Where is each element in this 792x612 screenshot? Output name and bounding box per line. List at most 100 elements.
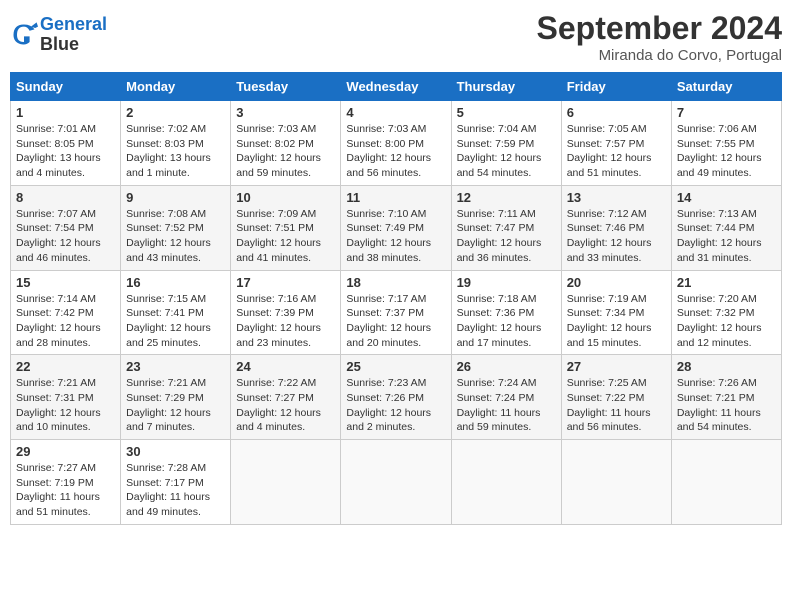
day-number: 23 bbox=[126, 359, 225, 374]
calendar-cell: 12Sunrise: 7:11 AMSunset: 7:47 PMDayligh… bbox=[451, 185, 561, 270]
calendar-cell: 28Sunrise: 7:26 AMSunset: 7:21 PMDayligh… bbox=[671, 355, 781, 440]
calendar-cell bbox=[561, 440, 671, 525]
logo: General Blue bbox=[10, 10, 107, 55]
day-number: 17 bbox=[236, 275, 335, 290]
day-detail: Sunrise: 7:17 AMSunset: 7:37 PMDaylight:… bbox=[346, 292, 445, 351]
calendar-table: SundayMondayTuesdayWednesdayThursdayFrid… bbox=[10, 72, 782, 525]
calendar-cell: 17 Sunrise: 7:16 AMSunset: 7:39 PMDayligh… bbox=[231, 270, 341, 355]
day-detail: Sunrise: 7:13 AMSunset: 7:44 PMDaylight:… bbox=[677, 207, 776, 266]
day-number: 24 bbox=[236, 359, 335, 374]
calendar-cell: 8 Sunrise: 7:07 AMSunset: 7:54 PMDaylight… bbox=[11, 185, 121, 270]
day-detail: Sunrise: 7:03 AMSunset: 8:02 PMDaylight:… bbox=[236, 122, 335, 181]
calendar-cell bbox=[451, 440, 561, 525]
day-number: 13 bbox=[567, 190, 666, 205]
day-number: 26 bbox=[457, 359, 556, 374]
calendar-cell: 26 Sunrise: 7:24 AMSunset: 7:24 PMDayligh… bbox=[451, 355, 561, 440]
day-number: 6 bbox=[567, 105, 666, 120]
calendar-cell: 24 Sunrise: 7:22 AMSunset: 7:27 PMDayligh… bbox=[231, 355, 341, 440]
calendar-week-row: 29 Sunrise: 7:27 AMSunset: 7:19 PMDayligh… bbox=[11, 440, 782, 525]
calendar-cell: 2Sunrise: 7:02 AMSunset: 8:03 PMDaylight… bbox=[121, 101, 231, 186]
calendar-cell: 21Sunrise: 7:20 AMSunset: 7:32 PMDayligh… bbox=[671, 270, 781, 355]
calendar-cell bbox=[231, 440, 341, 525]
day-detail: Sunrise: 7:16 AMSunset: 7:39 PMDaylight:… bbox=[236, 292, 335, 351]
calendar-week-row: 15 Sunrise: 7:14 AMSunset: 7:42 PMDayligh… bbox=[11, 270, 782, 355]
day-detail: Sunrise: 7:22 AMSunset: 7:27 PMDaylight:… bbox=[236, 376, 335, 435]
logo-line2: Blue bbox=[40, 35, 107, 55]
weekday-header-row: SundayMondayTuesdayWednesdayThursdayFrid… bbox=[11, 73, 782, 101]
day-detail: Sunrise: 7:02 AMSunset: 8:03 PMDaylight:… bbox=[126, 122, 225, 181]
calendar-cell: 15 Sunrise: 7:14 AMSunset: 7:42 PMDayligh… bbox=[11, 270, 121, 355]
day-number: 25 bbox=[346, 359, 445, 374]
calendar-week-row: 22Sunrise: 7:21 AMSunset: 7:31 PMDayligh… bbox=[11, 355, 782, 440]
day-detail: Sunrise: 7:05 AMSunset: 7:57 PMDaylight:… bbox=[567, 122, 666, 181]
day-detail: Sunrise: 7:27 AMSunset: 7:19 PMDaylight:… bbox=[16, 461, 115, 520]
location-title: Miranda do Corvo, Portugal bbox=[537, 47, 782, 64]
day-detail: Sunrise: 7:23 AMSunset: 7:26 PMDaylight:… bbox=[346, 376, 445, 435]
logo-text: General Blue bbox=[40, 15, 107, 55]
weekday-header-tuesday: Tuesday bbox=[231, 73, 341, 101]
day-detail: Sunrise: 7:08 AMSunset: 7:52 PMDaylight:… bbox=[126, 207, 225, 266]
calendar-cell: 30Sunrise: 7:28 AMSunset: 7:17 PMDayligh… bbox=[121, 440, 231, 525]
calendar-cell: 22Sunrise: 7:21 AMSunset: 7:31 PMDayligh… bbox=[11, 355, 121, 440]
day-detail: Sunrise: 7:19 AMSunset: 7:34 PMDaylight:… bbox=[567, 292, 666, 351]
day-number: 27 bbox=[567, 359, 666, 374]
day-number: 16 bbox=[126, 275, 225, 290]
calendar-cell: 13 Sunrise: 7:12 AMSunset: 7:46 PMDayligh… bbox=[561, 185, 671, 270]
weekday-header-monday: Monday bbox=[121, 73, 231, 101]
day-detail: Sunrise: 7:12 AMSunset: 7:46 PMDaylight:… bbox=[567, 207, 666, 266]
calendar-cell: 14 Sunrise: 7:13 AMSunset: 7:44 PMDayligh… bbox=[671, 185, 781, 270]
calendar-cell: 3 Sunrise: 7:03 AMSunset: 8:02 PMDaylight… bbox=[231, 101, 341, 186]
calendar-cell: 9 Sunrise: 7:08 AMSunset: 7:52 PMDaylight… bbox=[121, 185, 231, 270]
day-number: 10 bbox=[236, 190, 335, 205]
day-detail: Sunrise: 7:24 AMSunset: 7:24 PMDaylight:… bbox=[457, 376, 556, 435]
day-detail: Sunrise: 7:06 AMSunset: 7:55 PMDaylight:… bbox=[677, 122, 776, 181]
day-number: 5 bbox=[457, 105, 556, 120]
calendar-cell: 16 Sunrise: 7:15 AMSunset: 7:41 PMDayligh… bbox=[121, 270, 231, 355]
calendar-cell: 23 Sunrise: 7:21 AMSunset: 7:29 PMDayligh… bbox=[121, 355, 231, 440]
day-number: 12 bbox=[457, 190, 556, 205]
day-detail: Sunrise: 7:01 AMSunset: 8:05 PMDaylight:… bbox=[16, 122, 115, 181]
day-number: 1 bbox=[16, 105, 115, 120]
calendar-cell: 1 Sunrise: 7:01 AMSunset: 8:05 PMDaylight… bbox=[11, 101, 121, 186]
calendar-cell: 10 Sunrise: 7:09 AMSunset: 7:51 PMDayligh… bbox=[231, 185, 341, 270]
weekday-header-thursday: Thursday bbox=[451, 73, 561, 101]
calendar-cell: 4Sunrise: 7:03 AMSunset: 8:00 PMDaylight… bbox=[341, 101, 451, 186]
calendar-cell bbox=[341, 440, 451, 525]
weekday-header-sunday: Sunday bbox=[11, 73, 121, 101]
day-number: 18 bbox=[346, 275, 445, 290]
calendar-cell: 20 Sunrise: 7:19 AMSunset: 7:34 PMDayligh… bbox=[561, 270, 671, 355]
calendar-cell: 19Sunrise: 7:18 AMSunset: 7:36 PMDayligh… bbox=[451, 270, 561, 355]
calendar-cell bbox=[671, 440, 781, 525]
day-detail: Sunrise: 7:07 AMSunset: 7:54 PMDaylight:… bbox=[16, 207, 115, 266]
day-number: 21 bbox=[677, 275, 776, 290]
calendar-week-row: 1 Sunrise: 7:01 AMSunset: 8:05 PMDaylight… bbox=[11, 101, 782, 186]
day-detail: Sunrise: 7:14 AMSunset: 7:42 PMDaylight:… bbox=[16, 292, 115, 351]
calendar-cell: 29 Sunrise: 7:27 AMSunset: 7:19 PMDayligh… bbox=[11, 440, 121, 525]
day-detail: Sunrise: 7:09 AMSunset: 7:51 PMDaylight:… bbox=[236, 207, 335, 266]
calendar-cell: 7Sunrise: 7:06 AMSunset: 7:55 PMDaylight… bbox=[671, 101, 781, 186]
calendar-cell: 27 Sunrise: 7:25 AMSunset: 7:22 PMDayligh… bbox=[561, 355, 671, 440]
day-number: 8 bbox=[16, 190, 115, 205]
day-detail: Sunrise: 7:25 AMSunset: 7:22 PMDaylight:… bbox=[567, 376, 666, 435]
day-number: 14 bbox=[677, 190, 776, 205]
month-title: September 2024 bbox=[537, 10, 782, 47]
title-area: September 2024 Miranda do Corvo, Portuga… bbox=[537, 10, 782, 64]
calendar-cell: 18 Sunrise: 7:17 AMSunset: 7:37 PMDayligh… bbox=[341, 270, 451, 355]
day-detail: Sunrise: 7:21 AMSunset: 7:29 PMDaylight:… bbox=[126, 376, 225, 435]
day-number: 29 bbox=[16, 444, 115, 459]
calendar-cell: 5Sunrise: 7:04 AMSunset: 7:59 PMDaylight… bbox=[451, 101, 561, 186]
day-detail: Sunrise: 7:18 AMSunset: 7:36 PMDaylight:… bbox=[457, 292, 556, 351]
weekday-header-wednesday: Wednesday bbox=[341, 73, 451, 101]
day-number: 9 bbox=[126, 190, 225, 205]
day-number: 20 bbox=[567, 275, 666, 290]
day-number: 15 bbox=[16, 275, 115, 290]
day-number: 4 bbox=[346, 105, 445, 120]
day-number: 3 bbox=[236, 105, 335, 120]
day-number: 22 bbox=[16, 359, 115, 374]
day-number: 30 bbox=[126, 444, 225, 459]
calendar-cell: 6 Sunrise: 7:05 AMSunset: 7:57 PMDaylight… bbox=[561, 101, 671, 186]
day-detail: Sunrise: 7:15 AMSunset: 7:41 PMDaylight:… bbox=[126, 292, 225, 351]
day-number: 11 bbox=[346, 190, 445, 205]
calendar-cell: 25 Sunrise: 7:23 AMSunset: 7:26 PMDayligh… bbox=[341, 355, 451, 440]
weekday-header-saturday: Saturday bbox=[671, 73, 781, 101]
